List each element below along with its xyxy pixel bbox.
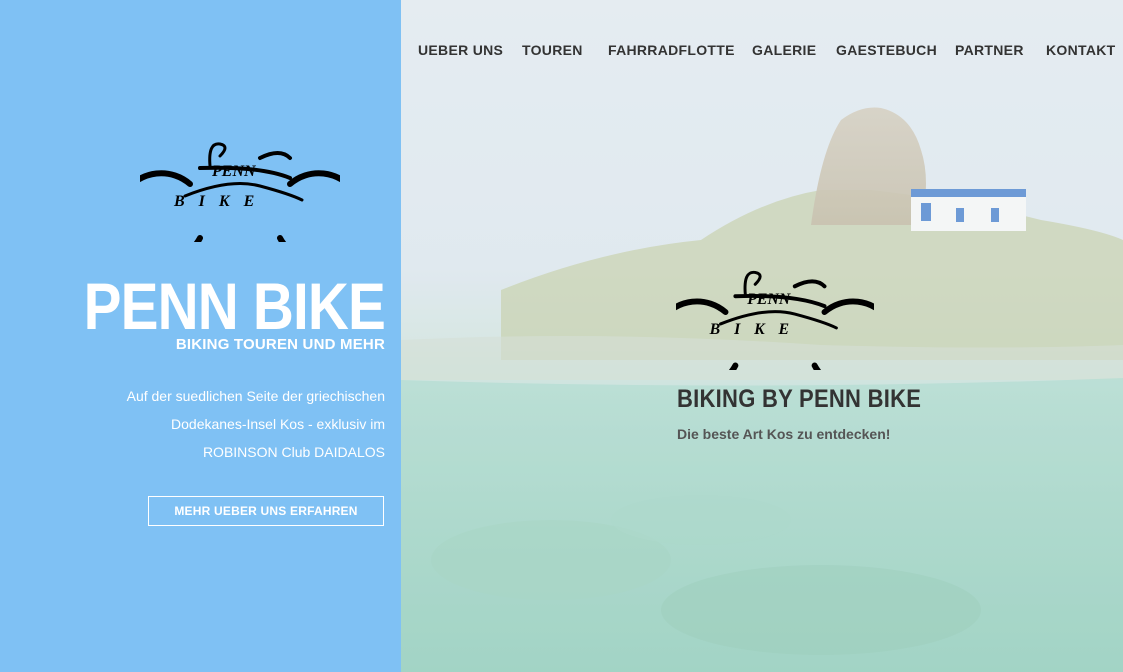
intro-text: Auf der suedlichen Seite der griechische… <box>85 382 385 466</box>
intro-line: Dodekanes-Insel Kos - exklusiv im <box>171 416 385 432</box>
hero-title: BIKING BY PENN BIKE <box>677 385 922 413</box>
nav-item-partner[interactable]: PARTNER <box>955 42 1024 58</box>
svg-text:PENN: PENN <box>747 291 791 308</box>
hero-subtitle: Die beste Art Kos zu entdecken! <box>677 426 891 442</box>
nav-item-fahrradflotte[interactable]: FAHRRADFLOTTE <box>608 42 735 58</box>
brand-subtitle: BIKING TOUREN UND MEHR <box>175 336 385 353</box>
intro-line: ROBINSON Club DAIDALOS <box>202 444 385 460</box>
nav-item-touren[interactable]: TOUREN <box>522 42 583 58</box>
brand-title: PENN BIKE <box>83 269 386 343</box>
learn-more-button[interactable]: MEHR UEBER UNS ERFAHREN <box>148 496 384 526</box>
svg-text:BIKE: BIKE <box>709 321 803 338</box>
svg-text:BIKE: BIKE <box>173 193 268 210</box>
nav-item-ueber-uns[interactable]: UEBER UNS <box>418 42 503 58</box>
svg-text:PENN: PENN <box>211 163 257 180</box>
main-navigation: UEBER UNS TOUREN FAHRRADFLOTTE GALERIE G… <box>401 0 1123 100</box>
sidebar-panel: PENN BIKE PENN BIKE BIKING TOUREN UND ME… <box>0 0 401 672</box>
intro-line: Auf der suedlichen Seite der griechische… <box>126 388 385 404</box>
nav-item-galerie[interactable]: GALERIE <box>752 42 816 58</box>
penn-bike-logo-icon: PENN BIKE <box>676 270 874 370</box>
nav-item-kontakt[interactable]: KONTAKT <box>1046 42 1116 58</box>
penn-bike-logo-icon[interactable]: PENN BIKE <box>140 138 340 242</box>
nav-item-gaestebuch[interactable]: GAESTEBUCH <box>836 42 937 58</box>
